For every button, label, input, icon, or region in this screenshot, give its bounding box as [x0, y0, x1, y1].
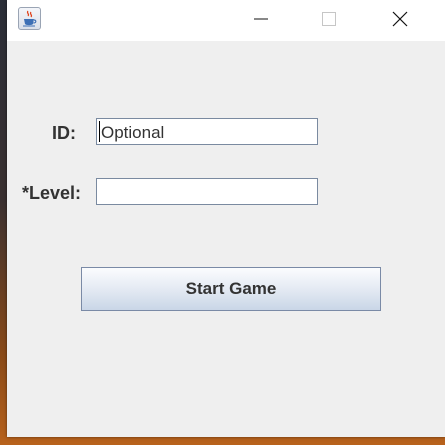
id-label: ID: [52, 123, 76, 143]
close-icon [392, 11, 408, 27]
maximize-icon [322, 12, 336, 26]
title-bar[interactable] [7, 0, 445, 41]
start-game-button[interactable]: Start Game [81, 267, 381, 311]
minimize-button[interactable] [238, 0, 284, 38]
level-input[interactable] [96, 178, 318, 205]
id-input[interactable] [96, 118, 318, 145]
text-caret [99, 121, 100, 142]
level-label: *Level: [22, 183, 82, 203]
close-button[interactable] [377, 0, 423, 38]
minimize-icon [254, 18, 268, 20]
java-coffee-cup-icon[interactable] [18, 7, 41, 30]
game-launcher-window: ID: *Level: Start Game [7, 0, 445, 437]
maximize-button[interactable] [306, 0, 352, 38]
